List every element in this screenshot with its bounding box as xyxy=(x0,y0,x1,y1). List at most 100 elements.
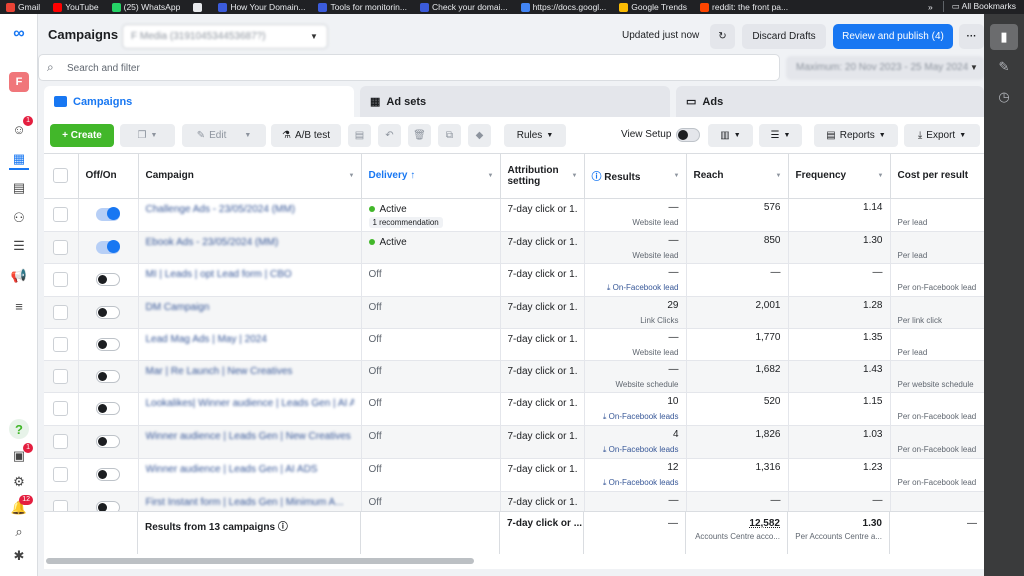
meta-logo-icon[interactable]: ∞ xyxy=(9,24,29,44)
bookmark-item[interactable]: reddit: the front pa... xyxy=(700,2,788,12)
settings-gear-icon[interactable]: ⚙ xyxy=(9,472,29,492)
news-icon[interactable]: ▣ 1 xyxy=(9,443,33,466)
date-range-picker[interactable]: Maximum: 20 Nov 2023 - 25 May 2024 xyxy=(786,56,984,80)
row-checkbox[interactable] xyxy=(53,466,69,482)
col-off-on[interactable]: Off/On xyxy=(78,154,139,199)
col-delivery[interactable]: Delivery ↑ ▼ xyxy=(361,154,501,199)
refresh-button[interactable]: ↻ xyxy=(710,24,735,49)
campaign-name-link[interactable]: Lead Mag Ads | May | 2024 xyxy=(146,332,354,345)
edit-button[interactable]: ✎ Edit ▼ xyxy=(182,124,266,147)
delete-button[interactable]: 🗑 xyxy=(408,124,431,147)
row-checkbox[interactable] xyxy=(53,271,69,287)
table-row[interactable]: Mar | Re Launch | New Creatives Off 7-day … xyxy=(44,360,984,393)
edit-pencil-icon[interactable]: ✎ xyxy=(990,54,1018,80)
campaign-name-link[interactable]: Winner audience | Leads Gen | New Creati… xyxy=(146,429,354,442)
rules-button[interactable]: Rules ▼ xyxy=(504,124,566,147)
ab-test-button[interactable]: ⚗ A/B test xyxy=(271,124,341,147)
menu-icon[interactable]: ≡ xyxy=(9,296,29,316)
campaign-toggle[interactable] xyxy=(96,239,120,254)
result-type-link[interactable]: ⤓ On-Facebook leads xyxy=(592,445,679,455)
bookmarks-more-button[interactable]: » xyxy=(928,2,933,12)
create-button[interactable]: + Create xyxy=(50,124,114,147)
bookmark-item[interactable]: Google Trends xyxy=(619,2,687,12)
preview-button[interactable]: ⧉ xyxy=(438,124,461,147)
review-publish-button[interactable]: Review and publish (4) xyxy=(833,24,953,49)
row-checkbox[interactable] xyxy=(53,400,69,416)
tab-campaigns[interactable]: Campaigns xyxy=(44,86,354,117)
history-clock-icon[interactable]: ◷ xyxy=(990,84,1018,110)
bookmark-item[interactable]: Gmail xyxy=(6,2,40,12)
more-options-button[interactable]: ··· xyxy=(959,24,984,49)
bookmark-item[interactable]: How Your Domain... xyxy=(218,2,305,12)
audiences-icon[interactable]: ⚇ xyxy=(9,208,29,228)
recommendation-badge[interactable]: 1 recommendation xyxy=(368,216,443,228)
table-row[interactable]: DM Campaign Off 7-day click or 1... 29 Link … xyxy=(44,296,984,329)
alerts-bell-icon[interactable]: 🔔 12 xyxy=(9,495,33,518)
table-row[interactable]: MI | Leads | opt Lead form | CBO Off 7-day… xyxy=(44,263,984,297)
reports-button[interactable]: ▤ Reports ▼ xyxy=(814,124,898,147)
pages-icon[interactable]: ▤ xyxy=(9,178,29,198)
table-row[interactable]: Ebook Ads - 23/05/2024 (MM) Active 7-day c… xyxy=(44,231,984,264)
campaign-toggle[interactable] xyxy=(96,434,120,448)
horizontal-scrollbar[interactable] xyxy=(46,558,474,564)
col-attribution[interactable]: Attribution setting ▼ xyxy=(500,154,585,199)
campaign-toggle[interactable] xyxy=(96,369,120,383)
campaign-name-link[interactable]: DM Campaign xyxy=(146,300,354,313)
help-icon[interactable]: ? xyxy=(9,419,29,439)
export-button[interactable]: ⤓ Export ▼ xyxy=(904,124,980,147)
bug-report-icon[interactable]: ✱ xyxy=(9,546,29,566)
tab-ad-sets[interactable]: ▦ Ad sets xyxy=(360,86,670,117)
account-selector[interactable]: F Media (319104534453687?) xyxy=(122,24,328,49)
row-checkbox[interactable] xyxy=(53,239,69,255)
ads-manager-table-icon[interactable]: ▦ xyxy=(9,150,29,170)
search-filter-bar[interactable]: ⌕ Search and filter xyxy=(38,54,780,81)
campaign-name-link[interactable]: MI | Leads | opt Lead form | CBO xyxy=(146,267,354,280)
col-results[interactable]: ⓘ Results ▼ xyxy=(584,154,687,199)
campaign-name-link[interactable]: First Instant form | Leads Gen | Minimum… xyxy=(146,495,354,508)
table-row[interactable]: Lookalikes| Winner audience | Leads Gen … xyxy=(44,392,984,426)
campaign-toggle[interactable] xyxy=(96,337,120,351)
table-row[interactable]: Challenge Ads - 23/05/2024 (MM) Active 1 r… xyxy=(44,198,984,232)
all-bookmarks-button[interactable]: ▭ All Bookmarks xyxy=(942,1,1016,12)
billing-icon[interactable]: ☰ xyxy=(9,236,29,256)
campaign-toggle[interactable] xyxy=(96,206,120,221)
bookmark-item[interactable] xyxy=(193,2,205,12)
tag-button[interactable]: ◆ xyxy=(468,124,491,147)
bookmark-item[interactable]: https://docs.googl... xyxy=(520,2,606,12)
campaign-name-link[interactable]: Challenge Ads - 23/05/2024 (MM) xyxy=(146,202,354,215)
undo-button[interactable]: ↶ xyxy=(378,124,401,147)
table-row[interactable]: Lead Mag Ads | May | 2024 Off 7-day click … xyxy=(44,328,984,361)
bookmark-item[interactable]: (25) WhatsApp xyxy=(111,2,180,12)
row-checkbox[interactable] xyxy=(53,304,69,320)
charts-icon[interactable]: ▮ xyxy=(990,24,1018,50)
bookmark-item[interactable]: YouTube xyxy=(53,2,99,12)
campaign-name-link[interactable]: Winner audience | Leads Gen | AI ADS xyxy=(146,462,354,475)
discard-drafts-button[interactable]: Discard Drafts xyxy=(742,24,826,49)
megaphone-icon[interactable]: 📢 xyxy=(9,266,29,286)
campaign-name-link[interactable]: Ebook Ads - 23/05/2024 (MM) xyxy=(146,235,354,248)
breakdown-button[interactable]: ☰ ▼ xyxy=(759,124,802,147)
result-type-link[interactable]: ⤓ On-Facebook leads xyxy=(592,478,679,488)
view-setup-toggle[interactable] xyxy=(676,128,700,142)
col-reach[interactable]: Reach ▼ xyxy=(686,154,789,199)
campaign-toggle[interactable] xyxy=(96,272,120,286)
campaign-toggle[interactable] xyxy=(96,305,120,319)
bookmark-item[interactable]: Check your domai... xyxy=(419,2,508,12)
col-cost-per-result[interactable]: Cost per result▼ xyxy=(890,154,984,199)
account-avatar[interactable]: F xyxy=(9,72,29,92)
duplicate-button[interactable]: ❐ ▼ xyxy=(120,124,175,147)
columns-button[interactable]: ▥ ▼ xyxy=(708,124,753,147)
table-row[interactable]: Winner audience | Leads Gen | New Creati… xyxy=(44,425,984,459)
row-checkbox[interactable] xyxy=(53,336,69,352)
bookmark-item[interactable]: Tools for monitorin... xyxy=(318,2,407,12)
row-checkbox[interactable] xyxy=(53,368,69,384)
result-type-link[interactable]: ⤓ On-Facebook lead xyxy=(592,283,679,293)
search-icon[interactable]: ⌕ xyxy=(9,522,29,542)
row-checkbox[interactable] xyxy=(53,206,69,222)
search-input[interactable]: Search and filter xyxy=(67,63,140,74)
campaign-name-link[interactable]: Lookalikes| Winner audience | Leads Gen … xyxy=(146,396,354,409)
notifications-icon[interactable]: ☺ 1 xyxy=(9,116,33,139)
result-type-link[interactable]: ⤓ On-Facebook leads xyxy=(592,412,679,422)
campaign-toggle[interactable] xyxy=(96,467,120,481)
table-row[interactable]: Winner audience | Leads Gen | AI ADS Off 7… xyxy=(44,458,984,492)
